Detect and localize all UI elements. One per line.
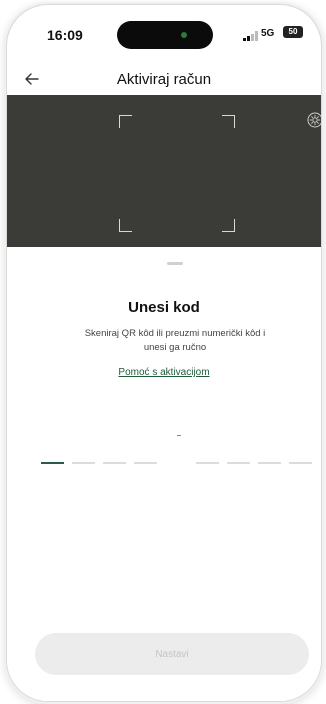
sheet-drag-handle[interactable] — [167, 262, 183, 265]
battery-icon: 50 — [283, 26, 303, 38]
network-type: 5G — [261, 28, 275, 39]
dynamic-island — [117, 21, 213, 49]
scan-frame-corner-top-left — [119, 115, 132, 128]
code-digit-slot-7[interactable] — [258, 462, 281, 464]
code-digit-slot-1[interactable] — [41, 462, 64, 464]
continue-button[interactable]: Nastavi — [35, 633, 309, 675]
code-digit-slot-4[interactable] — [134, 462, 157, 464]
code-digit-slot-2[interactable] — [72, 462, 95, 464]
camera-indicator-dot — [181, 32, 187, 38]
code-separator — [177, 435, 181, 436]
code-entry-sheet: Unesi kod Skeniraj QR kôd ili preuzmi nu… — [7, 247, 321, 701]
sun-icon[interactable] — [307, 112, 322, 128]
phone-frame: 16:09 5G 50 Aktiviraj račun Unesi kod Sk… — [6, 4, 322, 702]
status-time: 16:09 — [47, 27, 83, 43]
qr-camera-preview — [7, 95, 321, 247]
scan-frame-corner-bottom-right — [222, 219, 235, 232]
scan-frame-corner-top-right — [222, 115, 235, 128]
code-digit-slot-3[interactable] — [103, 462, 126, 464]
code-digit-slot-8[interactable] — [289, 462, 312, 464]
status-bar: 16:09 5G 50 — [7, 5, 321, 63]
scan-frame-corner-bottom-left — [119, 219, 132, 232]
code-digit-slot-5[interactable] — [196, 462, 219, 464]
help-link[interactable]: Pomoć s aktivacijom — [7, 367, 321, 378]
sheet-description: Skeniraj QR kôd ili preuzmi numerički kô… — [84, 328, 266, 353]
page-title: Aktiviraj račun — [116, 71, 212, 88]
sheet-title: Unesi kod — [128, 299, 200, 316]
code-digit-slot-6[interactable] — [227, 462, 250, 464]
navigation-bar: Aktiviraj račun — [7, 63, 321, 95]
signal-icon — [243, 31, 258, 41]
